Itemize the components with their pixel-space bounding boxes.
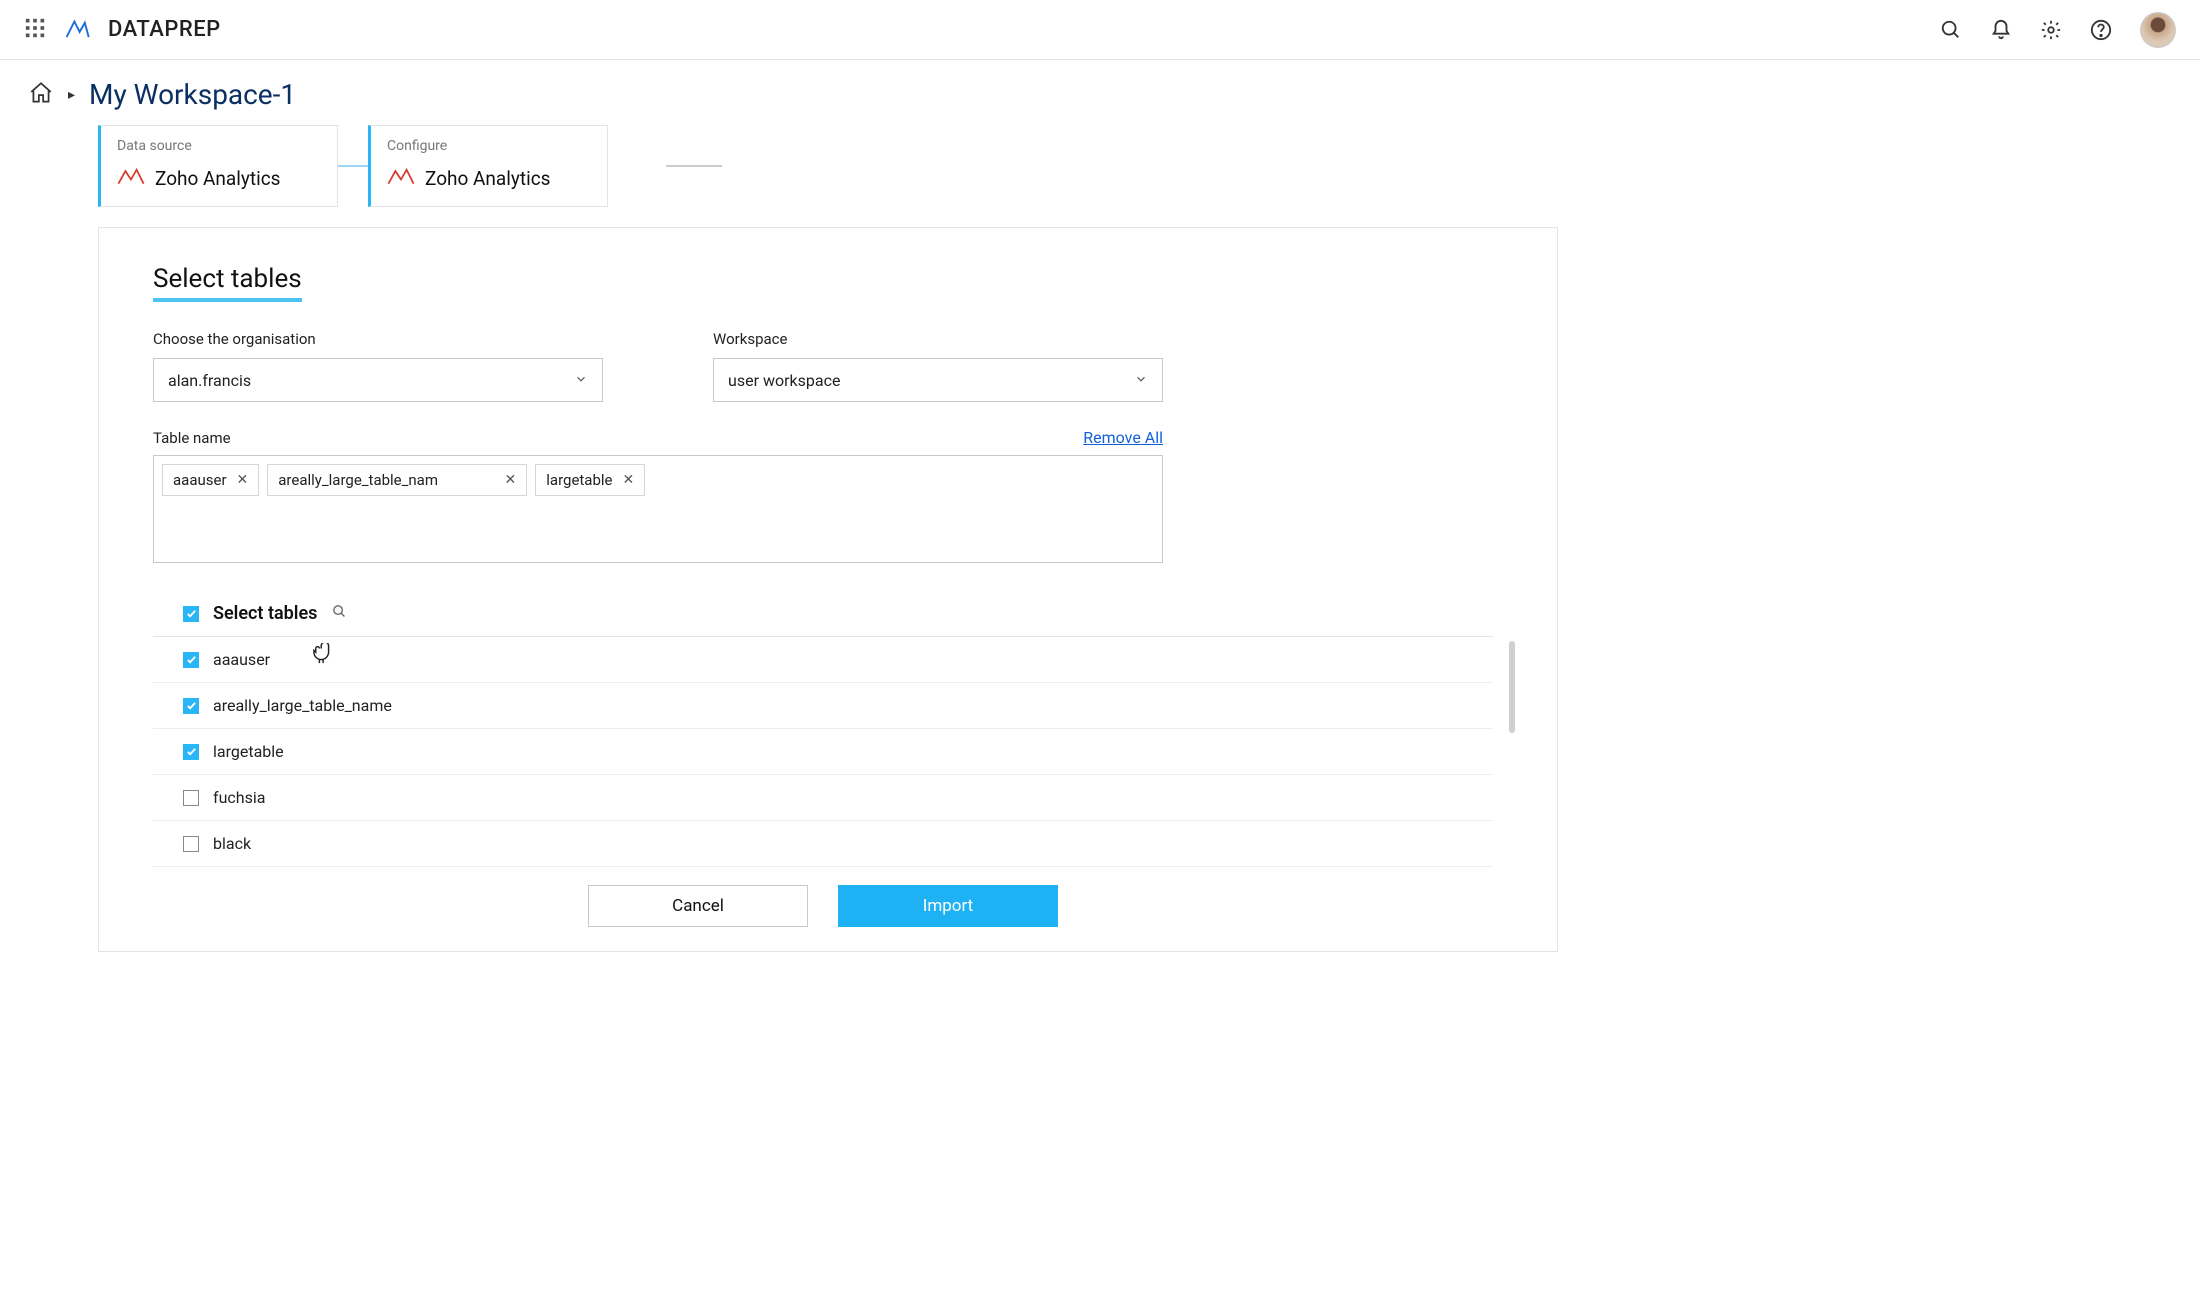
table-tag: largetable ✕	[535, 464, 645, 496]
steps-row: Data source Zoho Analytics Configure Zoh…	[0, 125, 2200, 227]
table-row[interactable]: fuchsia	[153, 775, 1493, 821]
table-name: largetable	[213, 742, 284, 761]
org-select-value: alan.francis	[168, 371, 251, 390]
brand-name: DATAPREP	[108, 17, 221, 42]
import-button[interactable]: Import	[838, 885, 1058, 927]
table-name: areally_large_table_name	[213, 696, 392, 715]
org-label: Choose the organisation	[153, 330, 603, 348]
chevron-down-icon	[574, 371, 588, 390]
cancel-button[interactable]: Cancel	[588, 885, 808, 927]
tables-header-title: Select tables	[213, 603, 317, 624]
step-card-configure[interactable]: Configure Zoho Analytics	[368, 125, 608, 207]
table-row[interactable]: aaauser	[153, 637, 1493, 683]
chevron-down-icon	[1134, 371, 1148, 390]
table-row[interactable]: black	[153, 821, 1493, 867]
search-icon[interactable]	[1940, 19, 1962, 41]
step-label: Data source	[117, 138, 321, 154]
workspace-title[interactable]: My Workspace-1	[89, 78, 296, 111]
close-icon[interactable]: ✕	[237, 472, 249, 488]
table-row[interactable]: largetable	[153, 729, 1493, 775]
top-bar: DATAPREP	[0, 0, 2200, 60]
table-row[interactable]: areally_large_table_name	[153, 683, 1493, 729]
apps-grid-icon[interactable]	[24, 17, 46, 43]
step-connector	[338, 165, 368, 167]
search-icon[interactable]	[331, 603, 348, 624]
table-tag: aaauser ✕	[162, 464, 259, 496]
table-checkbox[interactable]	[183, 652, 199, 668]
table-checkbox[interactable]	[183, 744, 199, 760]
home-icon[interactable]	[28, 80, 54, 110]
table-checkbox[interactable]	[183, 698, 199, 714]
configure-panel: Select tables Choose the organisation al…	[98, 227, 1558, 952]
table-name-label: Table name	[153, 429, 231, 447]
table-tag-area[interactable]: aaauser ✕ areally_large_table_nam ✕ larg…	[153, 455, 1163, 563]
zoho-analytics-icon	[117, 164, 145, 192]
workspace-label: Workspace	[713, 330, 1163, 348]
step-name: Zoho Analytics	[425, 167, 550, 190]
workspace-select-value: user workspace	[728, 371, 840, 390]
close-icon[interactable]: ✕	[622, 472, 634, 488]
table-checkbox[interactable]	[183, 790, 199, 806]
tag-label: aaauser	[173, 471, 227, 489]
table-tag: areally_large_table_nam ✕	[267, 464, 527, 496]
remove-all-link[interactable]: Remove All	[1083, 428, 1163, 447]
cursor-icon	[313, 643, 335, 669]
table-checkbox[interactable]	[183, 836, 199, 852]
step-placeholder	[666, 165, 722, 167]
breadcrumb: ▸ My Workspace-1	[0, 60, 2200, 125]
step-card-data-source[interactable]: Data source Zoho Analytics	[98, 125, 338, 207]
workspace-select[interactable]: user workspace	[713, 358, 1163, 402]
dataprep-logo-icon	[64, 15, 90, 45]
step-label: Configure	[387, 138, 591, 154]
gear-icon[interactable]	[2040, 19, 2062, 41]
tables-header: Select tables	[153, 593, 1493, 637]
help-icon[interactable]	[2090, 19, 2112, 41]
chevron-right-icon: ▸	[68, 87, 75, 103]
close-icon[interactable]: ✕	[505, 472, 517, 488]
table-name: black	[213, 834, 251, 853]
table-list: aaauser areally_large_table_name largeta…	[153, 637, 1493, 867]
table-name: fuchsia	[213, 788, 265, 807]
bell-icon[interactable]	[1990, 19, 2012, 41]
table-name: aaauser	[213, 650, 270, 669]
panel-title: Select tables	[153, 264, 302, 302]
scrollbar[interactable]	[1509, 641, 1515, 733]
org-select[interactable]: alan.francis	[153, 358, 603, 402]
tag-label: largetable	[546, 471, 612, 489]
action-row: Cancel Import	[153, 885, 1493, 927]
avatar[interactable]	[2140, 12, 2176, 48]
step-name: Zoho Analytics	[155, 167, 280, 190]
select-all-checkbox[interactable]	[183, 606, 199, 622]
zoho-analytics-icon	[387, 164, 415, 192]
tables-section: Select tables aaauser areally_large_tabl…	[153, 593, 1493, 927]
tag-label: areally_large_table_nam	[278, 471, 438, 489]
